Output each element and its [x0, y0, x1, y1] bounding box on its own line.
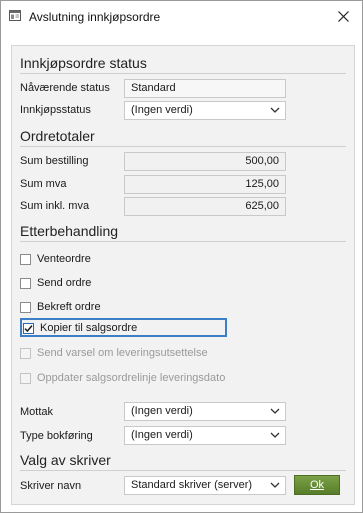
posting-type-value: (Ingen verdi): [131, 429, 193, 441]
sum-order-value: 500,00: [124, 152, 286, 171]
close-button[interactable]: [326, 3, 360, 29]
posting-type-select[interactable]: (Ingen verdi): [124, 426, 286, 445]
printer-name-label: Skriver navn: [20, 480, 82, 492]
dialog-window: Avslutning innkjøpsordre Innkjøpsordre s…: [0, 0, 363, 513]
checkbox-send-order[interactable]: Send ordre: [20, 274, 91, 292]
purchase-status-value: (Ingen verdi): [131, 104, 193, 116]
checkbox-hold-order[interactable]: Venteordre: [20, 250, 91, 268]
close-icon: [337, 10, 349, 22]
section-heading-post-processing: Etterbehandling: [20, 223, 119, 239]
checkbox-box-disabled: [20, 347, 31, 359]
ok-button[interactable]: Ok: [294, 475, 340, 495]
section-heading-totals: Ordretotaler: [20, 128, 95, 144]
document-icon: [9, 10, 21, 21]
chevron-down-icon: [270, 408, 280, 414]
printer-value: Standard skriver (server): [131, 479, 253, 491]
section-heading-printer: Valg av skriver: [20, 452, 111, 468]
section-divider: [20, 470, 346, 471]
purchase-status-label: Innkjøpsstatus: [20, 104, 91, 116]
check-icon: [24, 324, 33, 332]
section-heading-status: Innkjøpsordre status: [20, 55, 147, 71]
checkbox-update-delivery-date: Oppdater salgsordrelinje leveringsdato: [20, 369, 225, 387]
checkbox-send-delay-notice: Send varsel om leveringsutsettelse: [20, 344, 208, 362]
section-divider: [20, 146, 346, 147]
checkbox-box[interactable]: [20, 277, 31, 289]
section-divider: [20, 241, 346, 242]
chevron-down-icon: [270, 432, 280, 438]
sum-vat-label: Sum mva: [20, 178, 67, 190]
title-bar: Avslutning innkjøpsordre: [1, 1, 362, 31]
receiver-value: (Ingen verdi): [131, 405, 193, 417]
dialog-body: Innkjøpsordre status Nåværende status St…: [11, 45, 355, 505]
checkbox-label: Venteordre: [37, 253, 91, 265]
receiver-select[interactable]: (Ingen verdi): [124, 402, 286, 421]
chevron-down-icon: [270, 482, 280, 488]
sum-order-label: Sum bestilling: [20, 155, 89, 167]
checkbox-box[interactable]: [20, 301, 31, 313]
checkbox-label: Send varsel om leveringsutsettelse: [37, 347, 208, 359]
checkbox-label: Oppdater salgsordrelinje leveringsdato: [37, 372, 226, 384]
checkbox-copy-to-sales-order[interactable]: Kopier til salgsordre: [23, 319, 137, 337]
checkbox-label: Bekreft ordre: [37, 301, 101, 313]
sum-incl-vat-label: Sum inkl. mva: [20, 200, 90, 212]
sum-vat-value: 125,00: [124, 175, 286, 194]
current-status-field: Standard: [124, 79, 286, 98]
window-title: Avslutning innkjøpsordre: [29, 10, 161, 24]
checkbox-box-disabled: [20, 372, 31, 384]
checkbox-label: Send ordre: [37, 277, 92, 289]
posting-type-label: Type bokføring: [20, 430, 93, 442]
printer-select[interactable]: Standard skriver (server): [124, 476, 286, 495]
chevron-down-icon: [270, 107, 280, 113]
current-status-label: Nåværende status: [20, 82, 110, 94]
sum-incl-vat-value: 625,00: [124, 197, 286, 216]
checkbox-box-checked[interactable]: [23, 322, 34, 334]
section-divider: [20, 73, 346, 74]
checkbox-confirm-order[interactable]: Bekreft ordre: [20, 298, 101, 316]
receiver-label: Mottak: [20, 406, 54, 418]
checkbox-label: Kopier til salgsordre: [40, 322, 138, 334]
purchase-status-select[interactable]: (Ingen verdi): [124, 101, 286, 120]
checkbox-box[interactable]: [20, 253, 31, 265]
